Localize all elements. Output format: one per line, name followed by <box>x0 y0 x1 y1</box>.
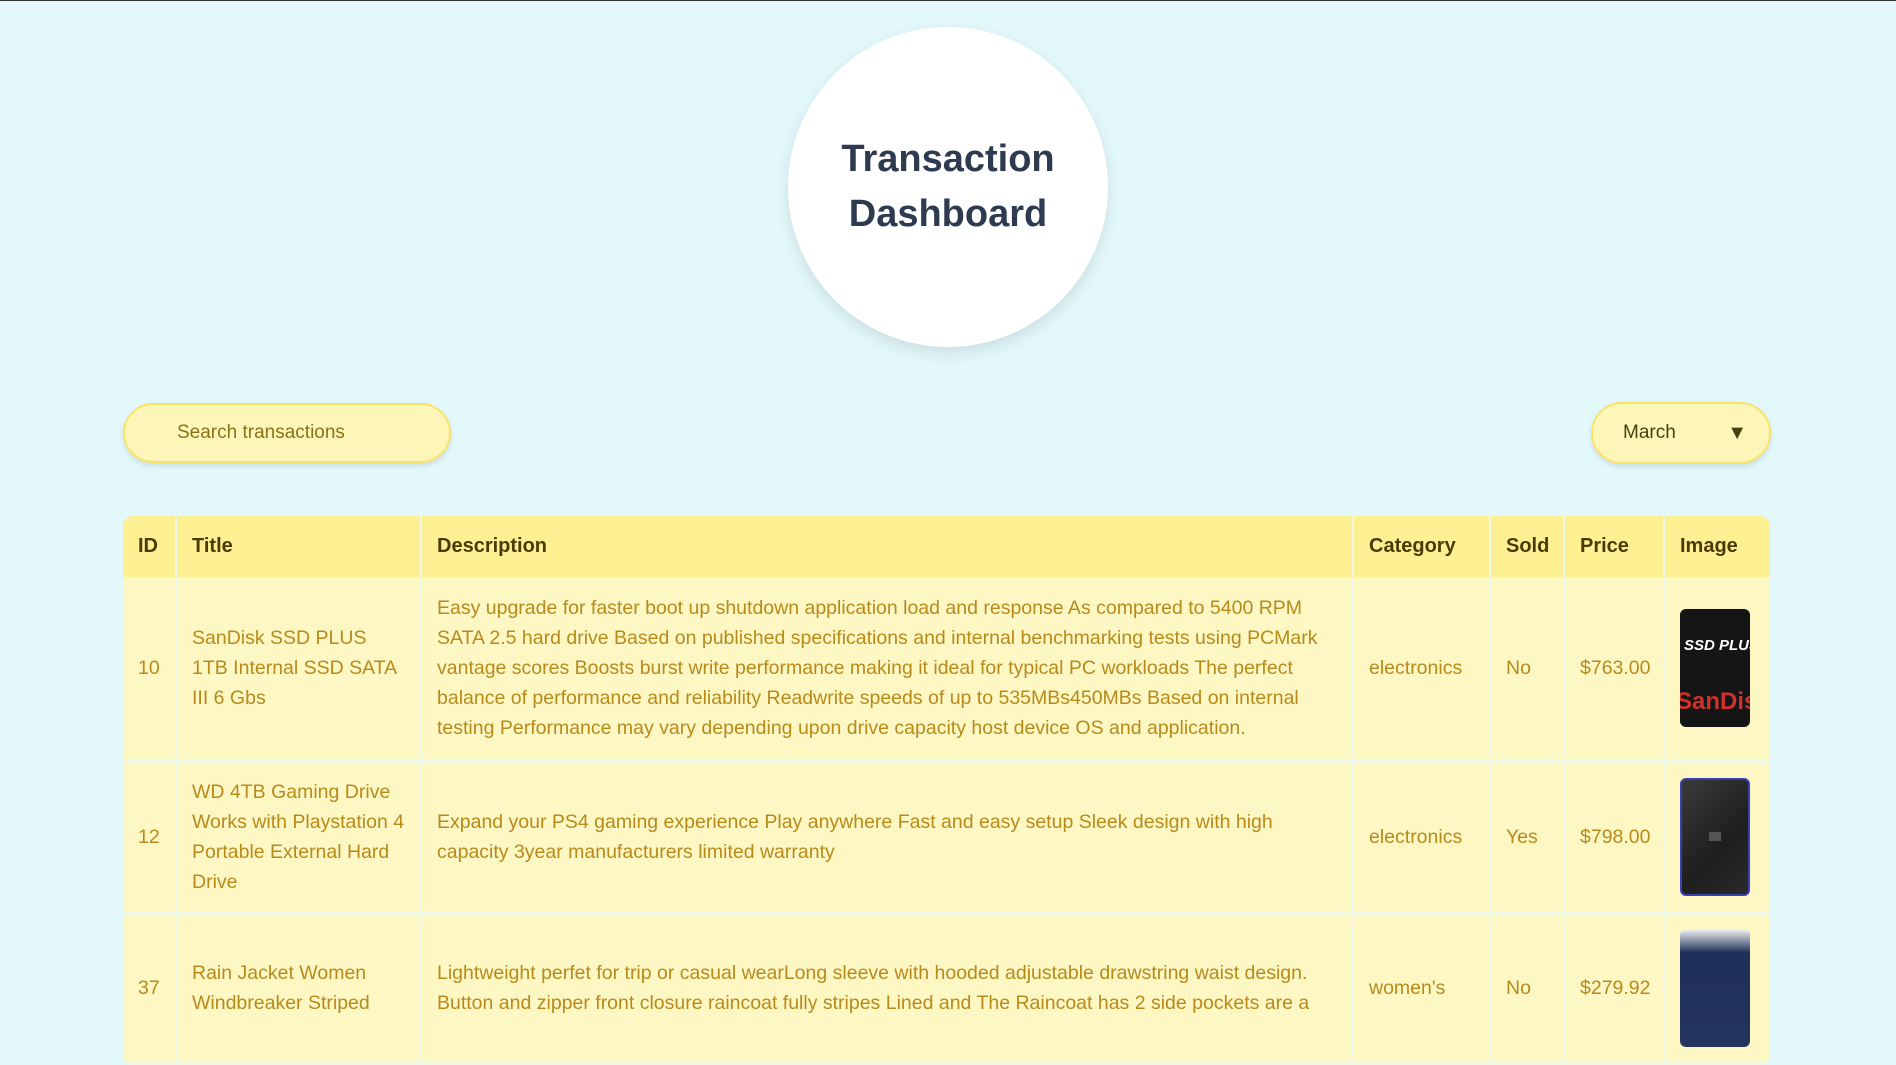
cell-category: electronics <box>1353 761 1491 915</box>
search-box[interactable] <box>123 403 451 463</box>
transactions-table-container: ID Title Description Category Sold Price… <box>123 516 1770 1065</box>
title-circle: Transaction Dashboard <box>788 27 1108 347</box>
cell-id: 12 <box>123 761 177 915</box>
table-row: 10 SanDisk SSD PLUS 1TB Internal SSD SAT… <box>123 577 1770 763</box>
cell-description: Lightweight perfet for trip or casual we… <box>421 913 1354 1065</box>
page-title: Transaction Dashboard <box>841 138 1055 235</box>
cell-title: Rain Jacket Women Windbreaker Striped <box>176 913 422 1065</box>
image-text-sandisk: SanDisk <box>1680 688 1750 715</box>
cell-id: 37 <box>123 913 177 1065</box>
cell-sold: No <box>1490 913 1565 1065</box>
cell-sold: Yes <box>1490 761 1565 915</box>
cell-category: electronics <box>1353 577 1491 763</box>
ssd-product-image: SSD PLUS SanDisk <box>1680 609 1750 727</box>
cell-title: SanDisk SSD PLUS 1TB Internal SSD SATA I… <box>176 577 422 763</box>
cell-image <box>1664 761 1770 915</box>
cell-sold: No <box>1490 577 1565 763</box>
cell-title: WD 4TB Gaming Drive Works with Playstati… <box>176 761 422 915</box>
column-header-image: Image <box>1664 516 1770 577</box>
column-header-title: Title <box>176 516 422 577</box>
column-header-id: ID <box>123 516 177 577</box>
month-select[interactable]: March ▼ <box>1591 402 1771 464</box>
column-header-price: Price <box>1564 516 1665 577</box>
jacket-product-image <box>1680 929 1750 1047</box>
cell-image: SSD PLUS SanDisk <box>1664 577 1770 763</box>
cell-image <box>1664 913 1770 1065</box>
table-header-row: ID Title Description Category Sold Price… <box>123 516 1770 577</box>
month-select-value: March <box>1623 422 1676 443</box>
transactions-table: ID Title Description Category Sold Price… <box>123 516 1770 1065</box>
table-row: 37 Rain Jacket Women Windbreaker Striped… <box>123 913 1770 1065</box>
table-row: 12 WD 4TB Gaming Drive Works with Playst… <box>123 761 1770 915</box>
cell-description: Expand your PS4 gaming experience Play a… <box>421 761 1354 915</box>
cell-price: $763.00 <box>1564 577 1665 763</box>
cell-description: Easy upgrade for faster boot up shutdown… <box>421 577 1354 763</box>
column-header-category: Category <box>1353 516 1491 577</box>
hard-drive-product-image <box>1680 778 1750 896</box>
search-input[interactable] <box>175 421 439 445</box>
image-text-ssd-plus: SSD PLUS <box>1684 637 1750 654</box>
dropdown-arrow-icon[interactable]: ▼ <box>1727 422 1747 445</box>
cell-price: $279.92 <box>1564 913 1665 1065</box>
cell-price: $798.00 <box>1564 761 1665 915</box>
cell-id: 10 <box>123 577 177 763</box>
column-header-description: Description <box>421 516 1354 577</box>
column-header-sold: Sold <box>1490 516 1565 577</box>
cell-category: women's <box>1353 913 1491 1065</box>
